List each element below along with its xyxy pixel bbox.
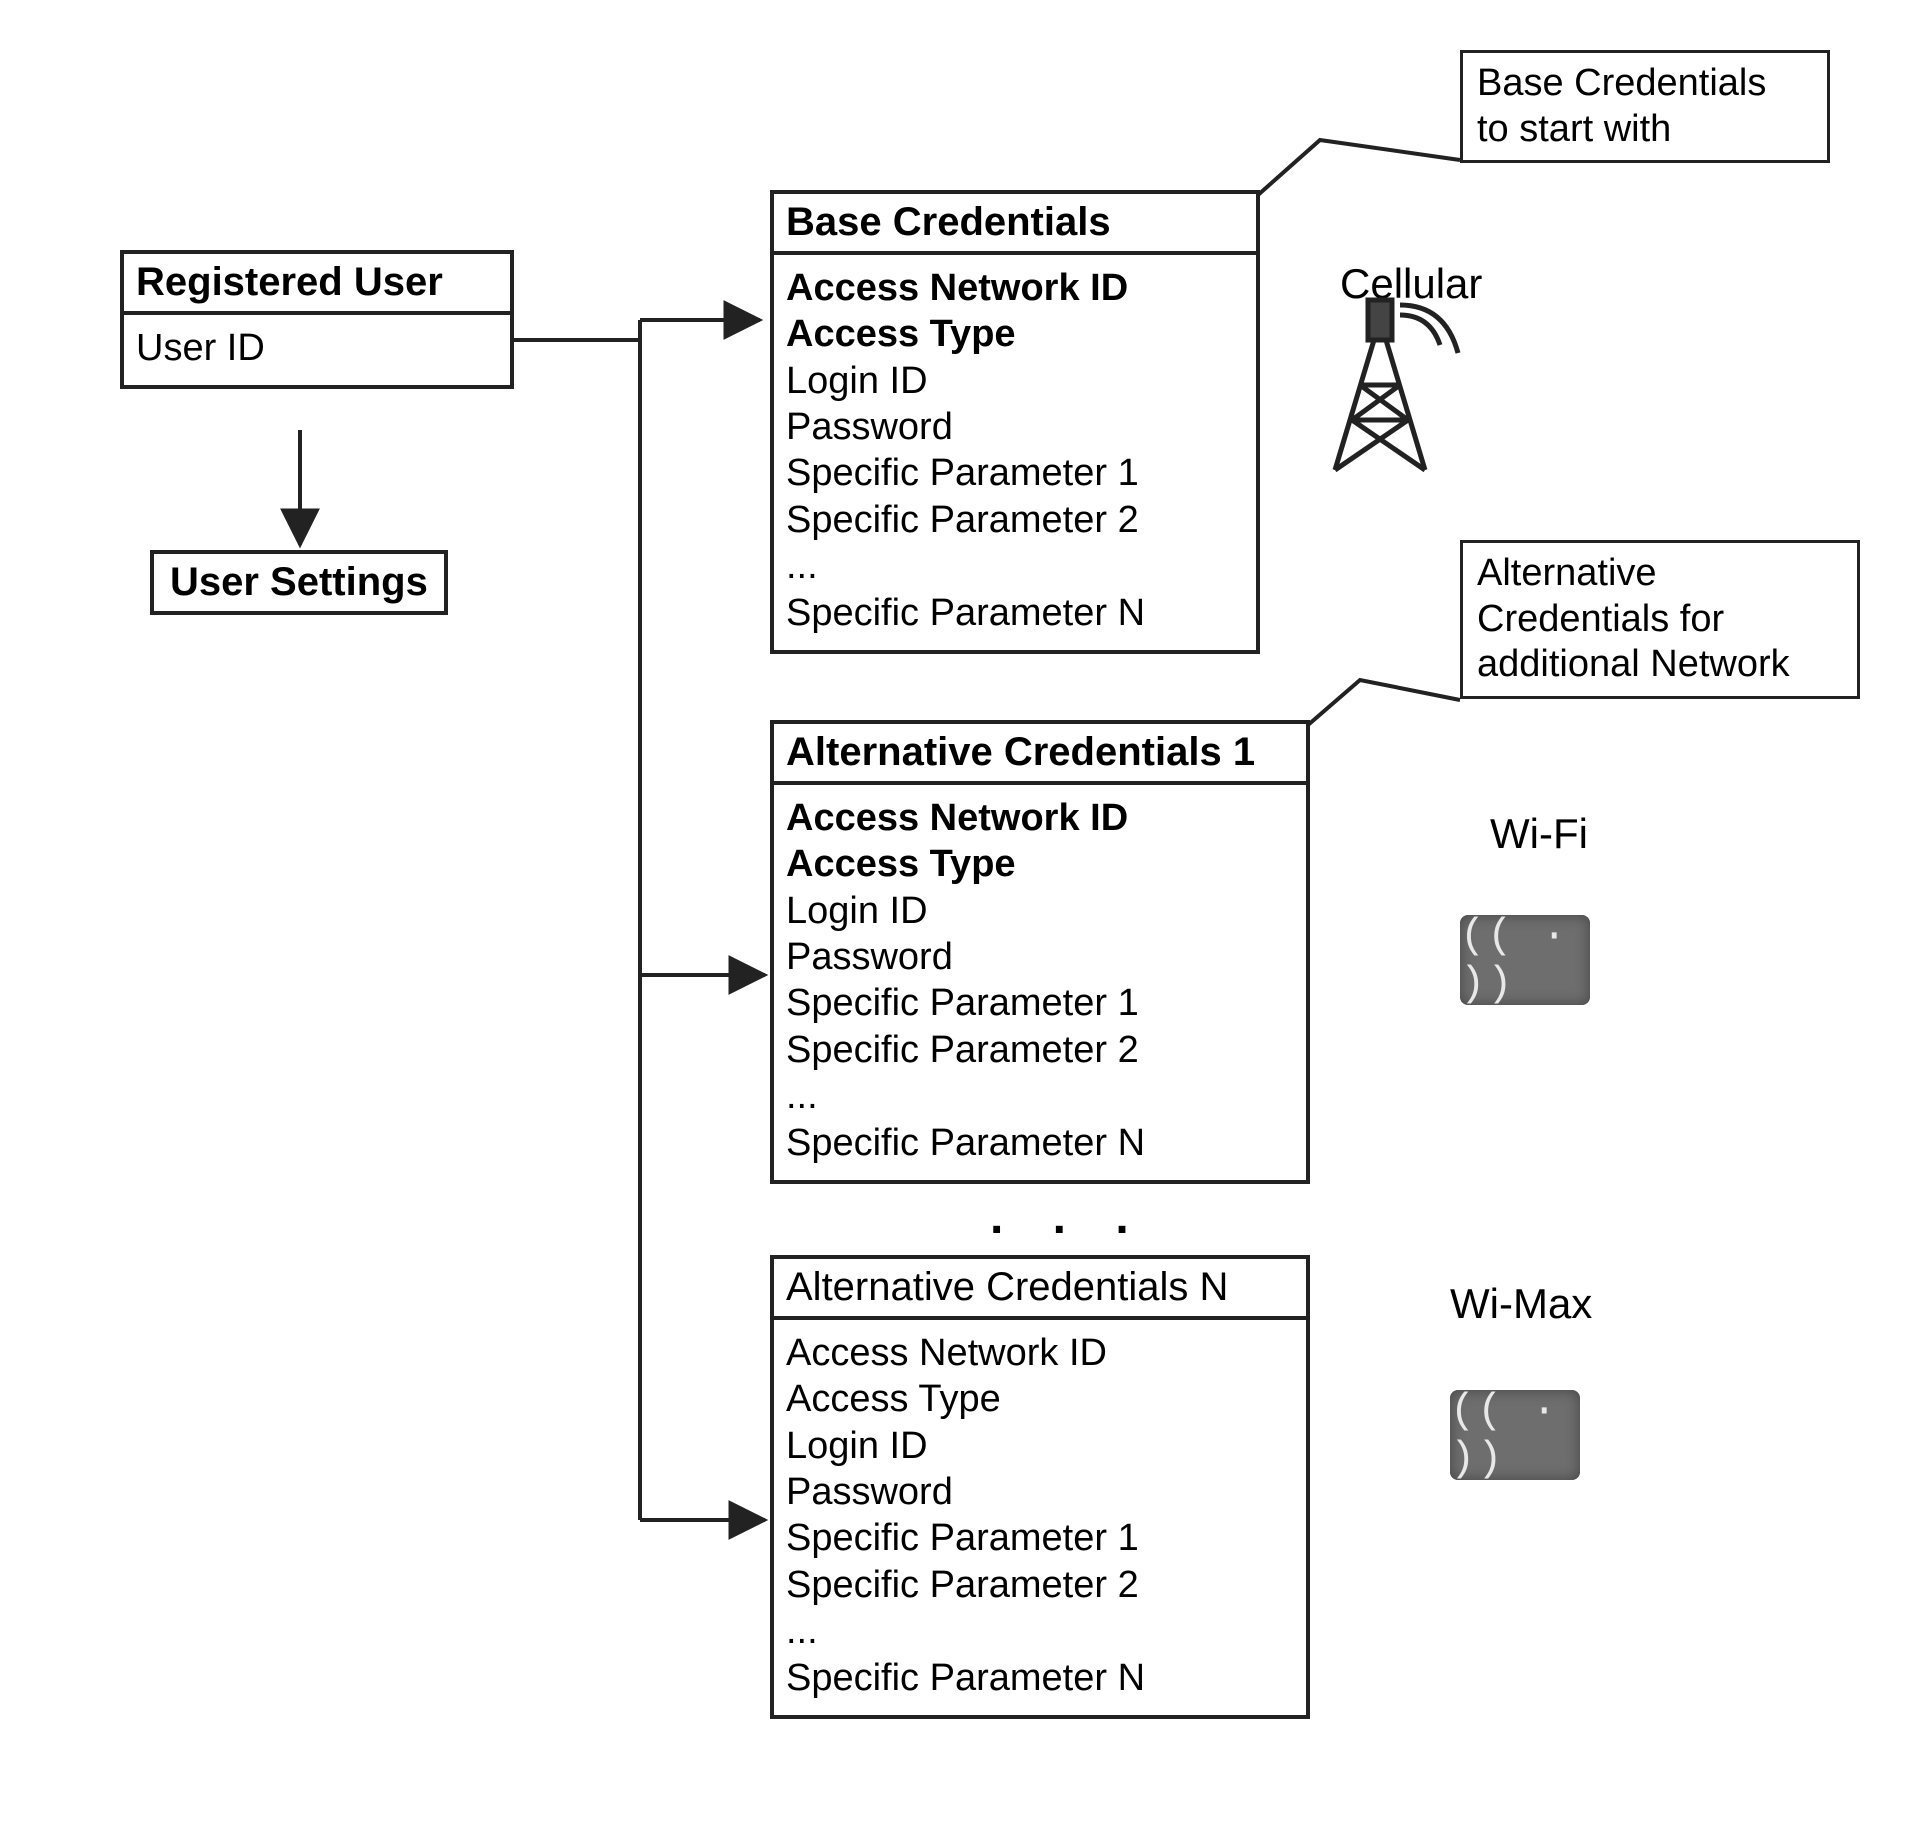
base-param-n: Specific Parameter N	[786, 590, 1244, 636]
label-cellular: Cellular	[1340, 260, 1482, 308]
altn-login-id: Login ID	[786, 1423, 1294, 1469]
base-param-dots: ...	[786, 543, 1244, 589]
altn-param-n: Specific Parameter N	[786, 1655, 1294, 1701]
alt1-access-type: Access Type	[786, 841, 1294, 887]
ellipsis-between: . . .	[990, 1190, 1147, 1245]
diagram-stage: Registered User User ID User Settings Ba…	[0, 0, 1918, 1825]
annotation-alt-line2: Credentials for	[1477, 597, 1843, 643]
altn-title: Alternative Credentials N	[774, 1259, 1306, 1320]
altn-access-type: Access Type	[786, 1376, 1294, 1422]
altn-body: Access Network ID Access Type Login ID P…	[774, 1320, 1306, 1715]
registered-user-title: Registered User	[124, 254, 510, 315]
base-access-network-id: Access Network ID	[786, 265, 1244, 311]
registered-user-box: Registered User User ID	[120, 250, 514, 389]
base-access-type: Access Type	[786, 311, 1244, 357]
label-wifi: Wi-Fi	[1490, 810, 1588, 858]
base-credentials-box: Base Credentials Access Network ID Acces…	[770, 190, 1260, 654]
altn-param-dots: ...	[786, 1608, 1294, 1654]
altn-param-1: Specific Parameter 1	[786, 1515, 1294, 1561]
label-wimax: Wi-Max	[1450, 1280, 1592, 1328]
registered-user-body: User ID	[124, 315, 510, 385]
alt1-param-2: Specific Parameter 2	[786, 1027, 1294, 1073]
annotation-alt: Alternative Credentials for additional N…	[1460, 540, 1860, 699]
alt-credentials-1-box: Alternative Credentials 1 Access Network…	[770, 720, 1310, 1184]
alt1-access-network-id: Access Network ID	[786, 795, 1294, 841]
base-password: Password	[786, 404, 1244, 450]
alt-credentials-n-box: Alternative Credentials N Access Network…	[770, 1255, 1310, 1719]
base-param-2: Specific Parameter 2	[786, 497, 1244, 543]
altn-password: Password	[786, 1469, 1294, 1515]
annotation-base-line2: to start with	[1477, 107, 1813, 153]
wimax-icon: (( · ))	[1450, 1390, 1580, 1480]
annotation-alt-line3: additional Network	[1477, 642, 1843, 688]
annotation-alt-line1: Alternative	[1477, 551, 1843, 597]
alt1-param-1: Specific Parameter 1	[786, 980, 1294, 1026]
registered-user-field: User ID	[136, 325, 498, 371]
user-settings-label: User Settings	[170, 560, 428, 604]
user-settings-box: User Settings	[150, 550, 448, 615]
alt1-login-id: Login ID	[786, 888, 1294, 934]
alt1-body: Access Network ID Access Type Login ID P…	[774, 785, 1306, 1180]
alt1-param-dots: ...	[786, 1073, 1294, 1119]
alt1-param-n: Specific Parameter N	[786, 1120, 1294, 1166]
base-param-1: Specific Parameter 1	[786, 450, 1244, 496]
wifi-icon: (( · ))	[1460, 915, 1590, 1005]
alt1-title: Alternative Credentials 1	[774, 724, 1306, 785]
altn-param-2: Specific Parameter 2	[786, 1562, 1294, 1608]
base-login-id: Login ID	[786, 358, 1244, 404]
altn-access-network-id: Access Network ID	[786, 1330, 1294, 1376]
base-credentials-title: Base Credentials	[774, 194, 1256, 255]
annotation-base-line1: Base Credentials	[1477, 61, 1813, 107]
alt1-password: Password	[786, 934, 1294, 980]
base-credentials-body: Access Network ID Access Type Login ID P…	[774, 255, 1256, 650]
annotation-base: Base Credentials to start with	[1460, 50, 1830, 163]
